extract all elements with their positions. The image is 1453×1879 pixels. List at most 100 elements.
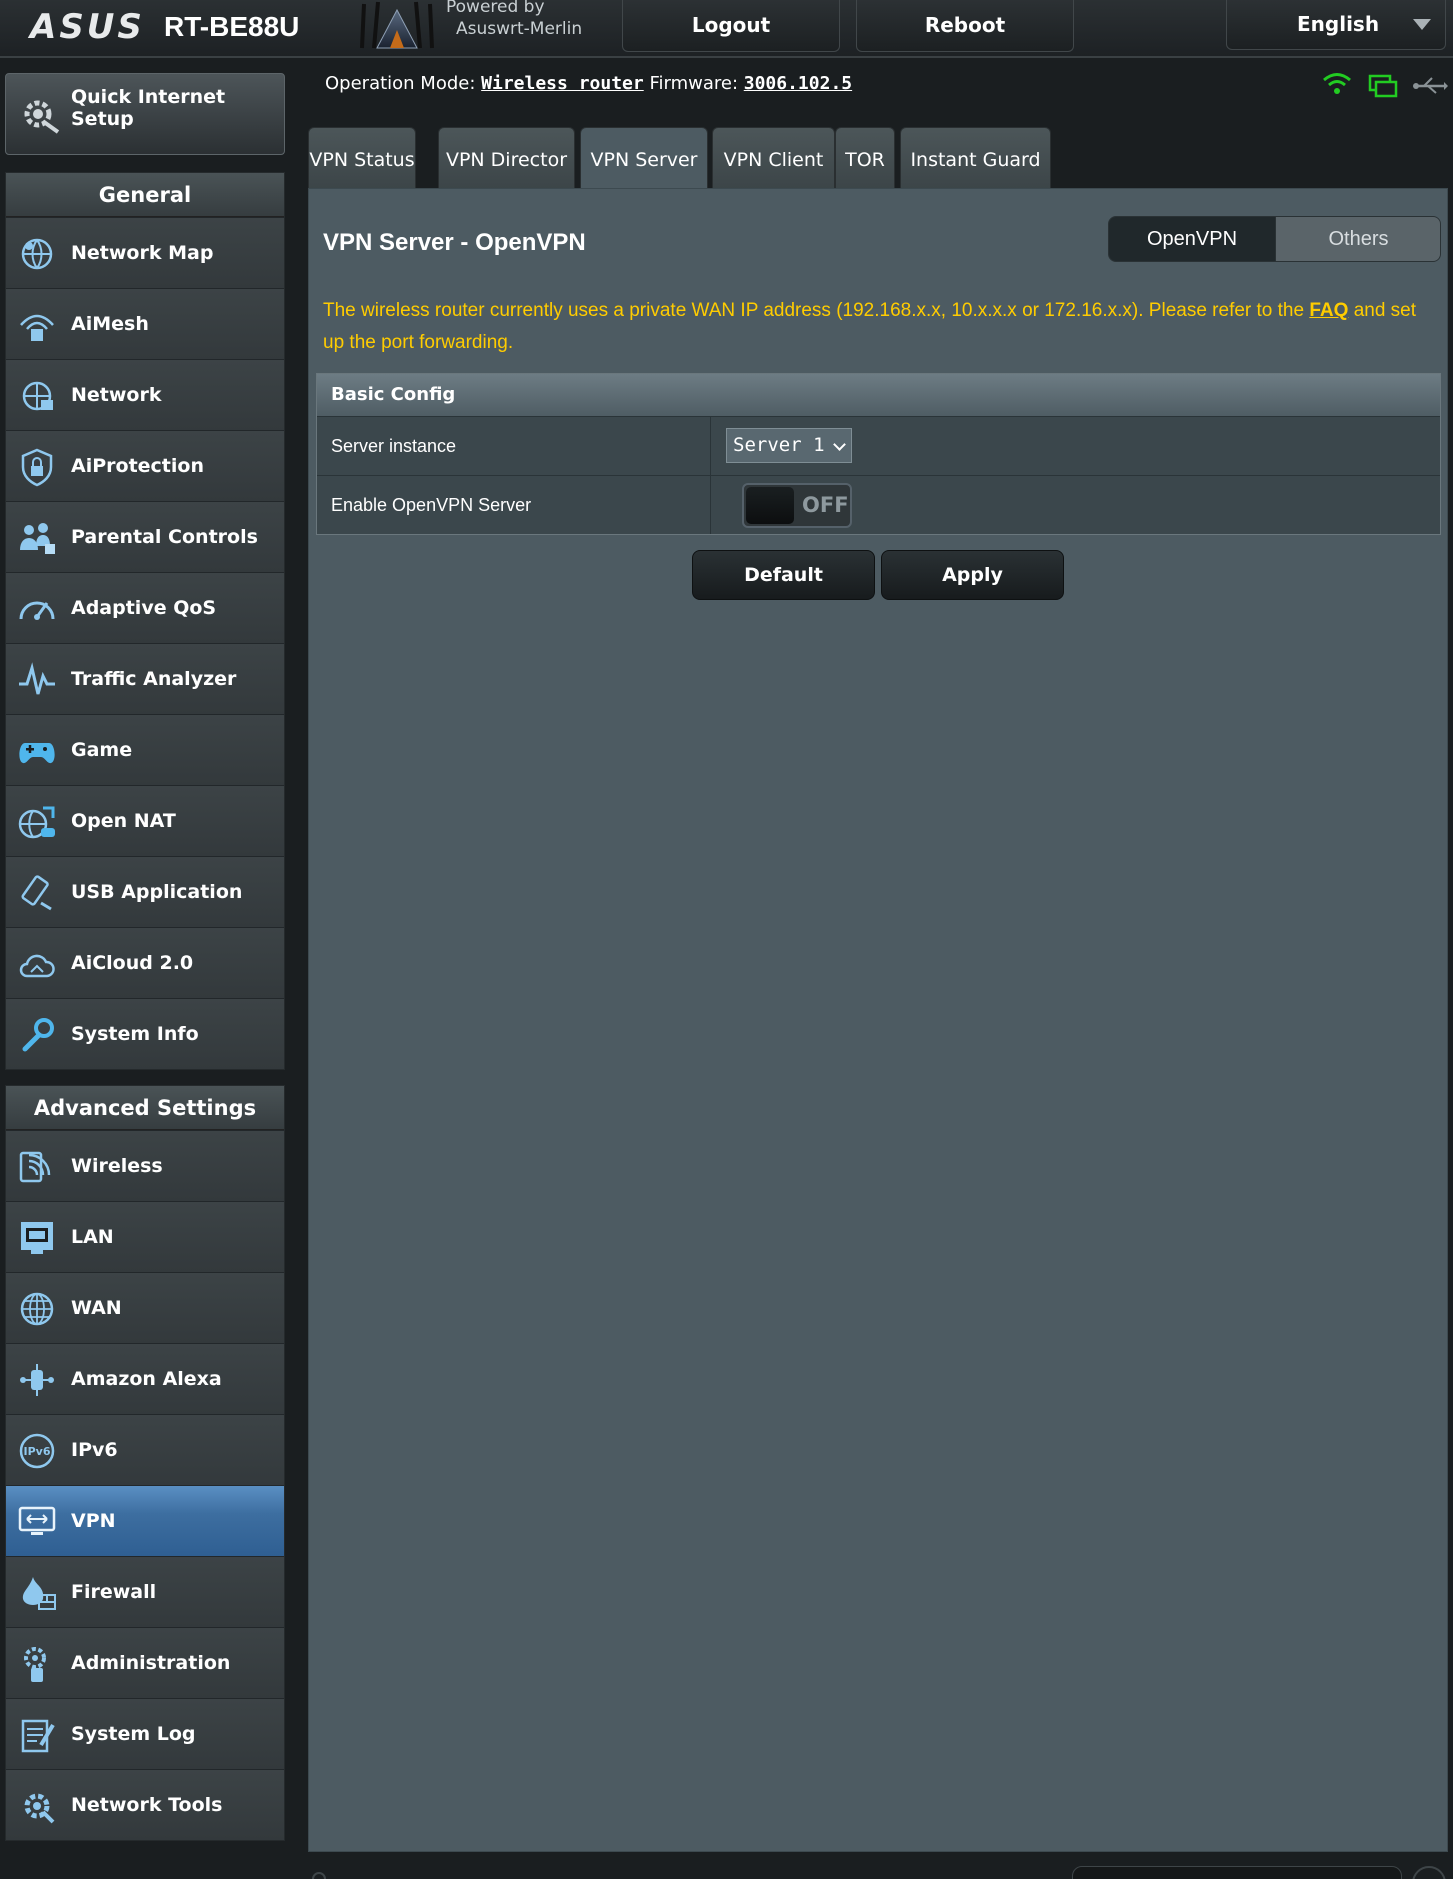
- sidebar-item-firewall[interactable]: Firewall: [6, 1556, 284, 1627]
- server-instance-value: Server 1: [733, 434, 825, 456]
- sidebar-item-administration[interactable]: Administration: [6, 1627, 284, 1698]
- apply-button[interactable]: Apply: [881, 550, 1064, 600]
- sidebar-item-usb-application[interactable]: USB Application: [6, 856, 284, 927]
- tab-vpn-director[interactable]: VPN Director: [438, 127, 575, 189]
- sidebar-item-network[interactable]: Network: [6, 359, 284, 430]
- sidebar-item-network-tools[interactable]: Network Tools: [6, 1769, 284, 1840]
- sidebar-item-aicloud-2-0[interactable]: AiCloud 2.0: [6, 927, 284, 998]
- sidebar-item-label: Traffic Analyzer: [71, 668, 237, 690]
- lan-icon: [16, 1217, 58, 1257]
- sidebar-item-game[interactable]: Game: [6, 714, 284, 785]
- tab-vpn-server[interactable]: VPN Server: [580, 127, 708, 189]
- enable-openvpn-cell: OFF: [711, 476, 1440, 534]
- sidebar-item-label: System Info: [71, 1023, 199, 1045]
- openvpn-option[interactable]: OpenVPN: [1109, 217, 1275, 261]
- network-map-icon: [16, 233, 58, 273]
- sidebar-item-label: Network Tools: [71, 1794, 223, 1816]
- qis-line1: Quick Internet: [71, 86, 226, 108]
- toggle-state: OFF: [802, 493, 849, 517]
- sidebar-item-label: VPN: [71, 1510, 116, 1532]
- system-info-icon: [16, 1014, 58, 1054]
- reboot-button[interactable]: Reboot: [856, 0, 1074, 52]
- general-menu: General Network Map AiMesh Network AiProtec…: [5, 172, 285, 1070]
- sidebar-item-wireless[interactable]: Wireless: [6, 1130, 284, 1201]
- logout-button[interactable]: Logout: [622, 0, 840, 52]
- vpn-icon: [16, 1501, 58, 1541]
- sidebar-item-wan[interactable]: WAN: [6, 1272, 284, 1343]
- vpn-server-panel: VPN Server - OpenVPN OpenVPN Others The …: [308, 188, 1448, 1852]
- amazon-alexa-icon: [16, 1359, 58, 1399]
- sidebar-item-label: Network Map: [71, 242, 214, 264]
- ipv6-icon: IPv6: [16, 1430, 58, 1470]
- sidebar-item-system-log[interactable]: System Log: [6, 1698, 284, 1769]
- sidebar-item-open-nat[interactable]: Open NAT: [6, 785, 284, 856]
- tab-vpn-status[interactable]: VPN Status: [308, 127, 416, 189]
- sidebar-item-system-info[interactable]: System Info: [6, 998, 284, 1069]
- sidebar-item-amazon-alexa[interactable]: Amazon Alexa: [6, 1343, 284, 1414]
- tab-tor[interactable]: TOR: [835, 127, 895, 189]
- footer-search-box[interactable]: [1072, 1866, 1402, 1879]
- wifi-icon[interactable]: [1323, 73, 1351, 95]
- traffic-analyzer-icon: [16, 659, 58, 699]
- sidebar-item-label: WAN: [71, 1297, 122, 1319]
- firmware-link[interactable]: 3006.102.5: [744, 73, 852, 94]
- language-select[interactable]: English: [1226, 0, 1446, 50]
- advanced-settings-header: Advanced Settings: [6, 1086, 284, 1130]
- usb-icon[interactable]: [1413, 77, 1448, 94]
- sidebar-item-parental-controls[interactable]: Parental Controls: [6, 501, 284, 572]
- router-image-icon: [352, 0, 442, 50]
- enable-openvpn-toggle[interactable]: OFF: [742, 483, 852, 528]
- administration-icon: [16, 1643, 58, 1683]
- basic-config-table: Basic Config Server instance Server 1 En…: [316, 373, 1441, 535]
- top-banner: ASUS RT-BE88U Powered by Asuswrt-Merlin …: [0, 0, 1453, 58]
- status-icons: [1320, 70, 1448, 100]
- notice-text: The wireless router currently uses a pri…: [323, 300, 1305, 321]
- network-icon: [16, 375, 58, 415]
- sidebar-item-label: Firewall: [71, 1581, 157, 1603]
- aicloud-icon: [16, 943, 58, 983]
- qis-line2: Setup: [71, 108, 134, 130]
- sidebar-item-aiprotection[interactable]: AiProtection: [6, 430, 284, 501]
- client-icon[interactable]: [1368, 74, 1398, 98]
- usb-application-icon: [16, 872, 58, 912]
- language-value: English: [1297, 12, 1380, 36]
- quick-setup-icon: [18, 92, 62, 136]
- toggle-knob: [746, 487, 794, 524]
- opmode-link[interactable]: Wireless router: [481, 73, 644, 94]
- server-instance-label: Server instance: [317, 417, 711, 475]
- others-option[interactable]: Others: [1275, 217, 1440, 261]
- advanced-settings-menu: Advanced Settings Wireless LAN WAN Amazon A…: [5, 1085, 285, 1841]
- aiprotection-icon: [16, 446, 58, 487]
- sidebar-item-label: System Log: [71, 1723, 196, 1745]
- system-log-icon: [16, 1714, 58, 1754]
- chevron-down-icon: [833, 438, 846, 451]
- aimesh-icon: [16, 304, 58, 344]
- sidebar-item-network-map[interactable]: Network Map: [6, 217, 284, 288]
- private-wan-notice: The wireless router currently uses a pri…: [323, 295, 1433, 359]
- open-nat-icon: [16, 801, 58, 841]
- opmode-label: Operation Mode:: [325, 73, 476, 94]
- sidebar-item-lan[interactable]: LAN: [6, 1201, 284, 1272]
- default-button[interactable]: Default: [692, 550, 875, 600]
- tab-instant-guard[interactable]: Instant Guard: [900, 127, 1051, 189]
- sidebar-item-vpn[interactable]: VPN: [6, 1485, 284, 1556]
- sidebar-item-adaptive-qos[interactable]: Adaptive QoS: [6, 572, 284, 643]
- quick-internet-setup-label: Quick Internet Setup: [71, 86, 225, 130]
- router-model: RT-BE88U: [164, 11, 300, 42]
- sidebar-item-traffic-analyzer[interactable]: Traffic Analyzer: [6, 643, 284, 714]
- sidebar-item-label: Amazon Alexa: [71, 1368, 222, 1390]
- tab-vpn-client[interactable]: VPN Client: [712, 127, 835, 189]
- sidebar-item-ipv6[interactable]: IPv6 IPv6: [6, 1414, 284, 1485]
- sidebar-item-aimesh[interactable]: AiMesh: [6, 288, 284, 359]
- footer-circle-icon: [312, 1872, 326, 1879]
- adaptive-qos-icon: [16, 588, 58, 628]
- sidebar-item-label: Network: [71, 384, 162, 406]
- faq-link[interactable]: FAQ: [1309, 300, 1348, 321]
- quick-internet-setup-button[interactable]: Quick Internet Setup: [5, 73, 285, 155]
- game-icon: [16, 730, 58, 770]
- wireless-icon: [16, 1146, 58, 1186]
- operation-mode-line: Operation Mode: Wireless router Firmware…: [325, 73, 852, 94]
- server-instance-select[interactable]: Server 1: [726, 428, 852, 463]
- svg-text:IPv6: IPv6: [24, 1445, 51, 1458]
- sidebar-item-label: Open NAT: [71, 810, 176, 832]
